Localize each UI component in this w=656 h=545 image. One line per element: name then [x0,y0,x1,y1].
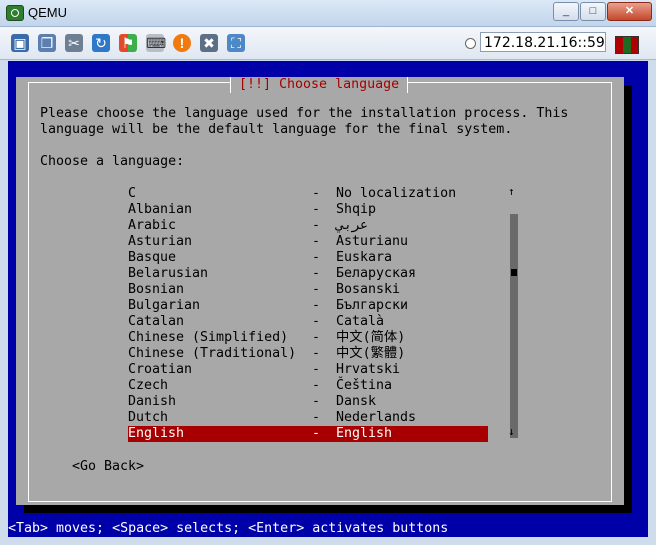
windows-icon[interactable]: ❐ [38,34,56,52]
language-option[interactable]: Belarusian - Беларуская [128,266,488,282]
window-title: QEMU [28,5,67,20]
language-native-name: Hrvatski [336,362,401,377]
language-separator: - [312,394,321,409]
language-name: Albanian [128,202,193,217]
language-option[interactable]: Asturian - Asturianu [128,234,488,250]
language-separator: - [312,266,321,281]
monitor-icon[interactable]: ▣ [11,34,29,52]
language-option[interactable]: C - No localization [128,186,488,202]
windows-flag-icon[interactable]: ⚑ [119,34,137,52]
language-separator: - [312,362,321,377]
language-option[interactable]: Bulgarian - Български [128,298,488,314]
language-native-name: 中文(繁體) [336,346,406,361]
language-option[interactable]: Czech - Čeština [128,378,488,394]
qemu-app-icon [6,5,24,21]
language-option[interactable]: Croatian - Hrvatski [128,362,488,378]
status-flag-icon [615,36,639,54]
language-option[interactable]: Catalan - Català [128,314,488,330]
language-name: Danish [128,394,177,409]
language-option[interactable]: Danish - Dansk [128,394,488,410]
language-separator: - [312,314,321,329]
language-separator: - [312,218,321,233]
stop-icon[interactable]: ! [173,34,191,52]
dialog-title: [!!] Choose language [230,77,409,93]
language-name: Asturian [128,234,193,249]
language-native-name: عربي [336,218,369,233]
intro-line-1: Please choose the language used for the … [40,106,569,121]
scrollbar-track[interactable] [510,214,518,438]
go-back-button[interactable]: <Go Back> [72,459,144,475]
language-name: Arabic [128,218,177,233]
language-separator: - [312,282,321,297]
language-name: English [128,426,185,441]
language-name: Bosnian [128,282,185,297]
language-native-name: Български [336,298,409,313]
language-separator: - [312,378,321,393]
language-native-name: Català [336,314,385,329]
language-separator: - [312,330,321,345]
language-name: Catalan [128,314,185,329]
maximize-button[interactable]: □ [580,2,606,21]
language-native-name: Čeština [336,378,393,393]
language-option[interactable]: English - English [128,426,488,442]
language-separator: - [312,234,321,249]
language-option[interactable]: Basque - Euskara [128,250,488,266]
guest-screen[interactable]: [!!] Choose language Please choose the l… [8,61,648,537]
language-separator: - [312,186,321,201]
language-native-name: Euskara [336,250,393,265]
language-separator: - [312,202,321,217]
keyboard-icon[interactable]: ⌨ [146,34,166,52]
language-option[interactable]: Chinese (Simplified) - 中文(简体) [128,330,488,346]
language-native-name: Беларуская [336,266,417,281]
language-dialog: [!!] Choose language Please choose the l… [16,77,624,505]
language-option[interactable]: Bosnian - Bosanski [128,282,488,298]
address-field[interactable]: 172.18.21.16::5900 [480,32,606,52]
title-bar: QEMU _ □ ✕ [0,0,656,27]
language-name: Chinese (Simplified) [128,330,289,345]
disconnect-icon[interactable]: ✖ [200,34,218,52]
language-native-name: Shqip [336,202,377,217]
tools-icon[interactable]: ✂ [65,34,83,52]
language-name: Chinese (Traditional) [128,346,297,361]
language-option[interactable]: Arabic - عربي [128,218,488,234]
language-name: Dutch [128,410,169,425]
language-native-name: Asturianu [336,234,409,249]
language-separator: - [312,250,321,265]
language-name: Czech [128,378,169,393]
language-native-name: No localization [336,186,457,201]
refresh-icon[interactable]: ↻ [92,34,110,52]
language-separator: - [312,346,321,361]
language-name: Croatian [128,362,193,377]
status-line: <Tab> moves; <Space> selects; <Enter> ac… [8,521,449,536]
language-name: Bulgarian [128,298,201,313]
language-native-name: Bosanski [336,282,401,297]
language-name: C [128,186,137,201]
language-native-name: 中文(简体) [336,330,406,345]
language-option[interactable]: Albanian - Shqip [128,202,488,218]
language-name: Basque [128,250,177,265]
language-separator: - [312,410,321,425]
language-option[interactable]: Dutch - Nederlands [128,410,488,426]
scroll-down-arrow[interactable]: ↓ [508,424,515,440]
scrollbar-thumb[interactable] [511,269,517,276]
language-option[interactable]: Chinese (Traditional) - 中文(繁體) [128,346,488,362]
language-prompt: Choose a language: [40,154,185,169]
language-native-name: Dansk [336,394,377,409]
address-radio[interactable] [465,38,476,49]
fullscreen-icon[interactable]: ⛶ [227,34,245,52]
language-name: Belarusian [128,266,209,281]
language-separator: - [312,426,321,441]
minimize-button[interactable]: _ [553,2,579,21]
language-native-name: English [336,426,393,441]
language-separator: - [312,298,321,313]
language-native-name: Nederlands [336,410,417,425]
close-button[interactable]: ✕ [607,2,652,21]
intro-line-2: language will be the default language fo… [40,122,513,137]
scroll-up-arrow[interactable]: ↑ [508,184,515,200]
